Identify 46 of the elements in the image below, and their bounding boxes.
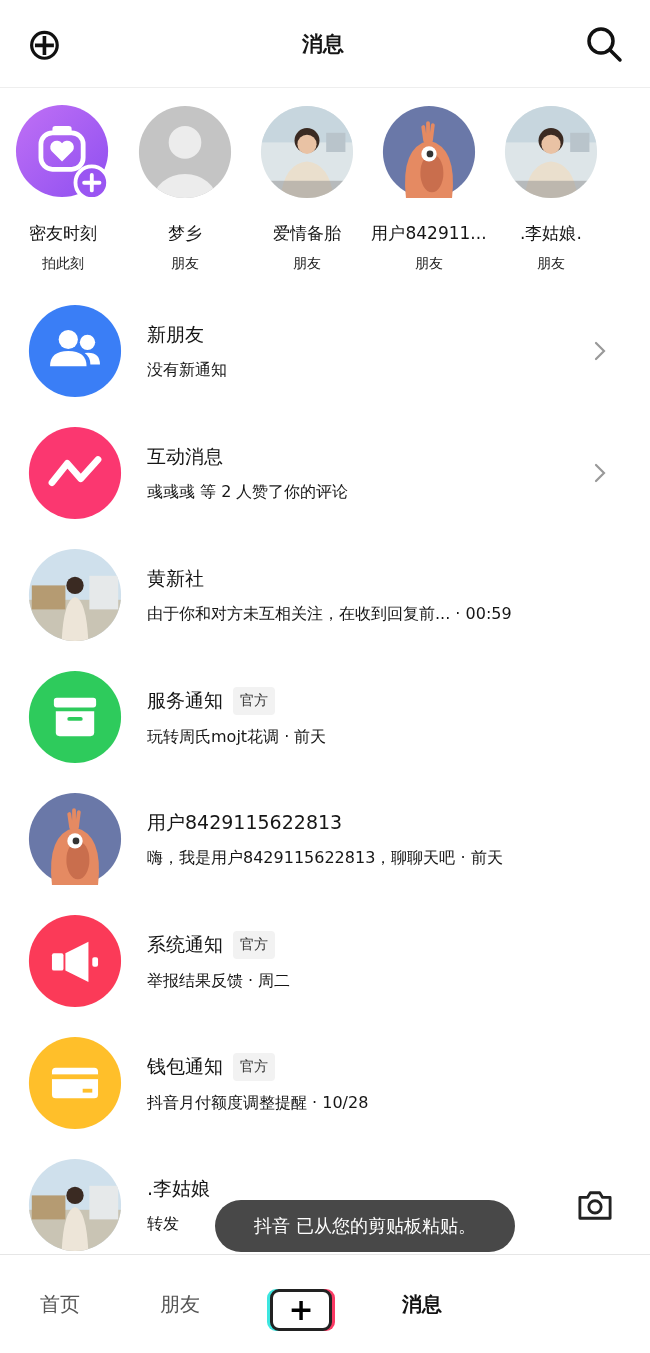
official-tag: 官方 <box>233 930 275 959</box>
chevron-icon[interactable] <box>594 463 606 483</box>
message-preview: 由于你和对方未互相关注，在收到回复前... · 00:59 <box>147 603 512 625</box>
megaphone-icon[interactable] <box>27 913 123 1009</box>
story-caption: 朋友 <box>171 255 199 273</box>
add-button[interactable]: ⊕ <box>26 21 63 66</box>
story-name: 梦乡 <box>168 222 202 245</box>
story-caption: 朋友 <box>293 255 321 273</box>
chevron-icon[interactable] <box>594 341 606 361</box>
story-caption: 拍此刻 <box>42 255 84 273</box>
conversation-name[interactable]: 系统通知 <box>147 931 223 958</box>
conversation-name[interactable]: 互动消息 <box>147 443 223 470</box>
story-name: 爱情备胎 <box>273 222 341 245</box>
create-button[interactable]: + <box>270 1289 332 1331</box>
message-preview: 玩转周氏mojt花调 · 前天 <box>147 726 327 748</box>
conversation-name[interactable]: 服务通知 <box>147 687 223 714</box>
toast: 抖音 已从您的剪贴板粘贴。 <box>215 1200 515 1252</box>
creature-avatar[interactable] <box>27 791 123 887</box>
message-preview: 举报结果反馈 · 周二 <box>147 970 291 992</box>
message-preview: 转发 <box>147 1213 179 1235</box>
conversation-name[interactable]: .李姑娘 <box>147 1175 211 1202</box>
creature-avatar[interactable] <box>381 104 477 200</box>
tab[interactable]: 消息 <box>402 1290 442 1318</box>
story-caption: 朋友 <box>537 255 565 273</box>
camera-icon[interactable] <box>576 1188 614 1222</box>
zigzag-icon[interactable] <box>27 425 123 521</box>
conversation-name[interactable]: 新朋友 <box>147 321 204 348</box>
official-tag: 官方 <box>233 686 275 715</box>
message-preview: 抖音月付额度调整提醒 · 10/28 <box>147 1092 369 1114</box>
page-title: 消息 <box>302 30 345 58</box>
conversation-name[interactable]: 钱包通知 <box>147 1053 223 1080</box>
moments-avatar[interactable] <box>15 104 111 200</box>
conversation-name[interactable]: 黄新社 <box>147 565 204 592</box>
story-name: .李姑娘. <box>520 222 582 245</box>
message-preview: 没有新通知 <box>147 359 227 381</box>
message-preview: 嗨，我是用户8429115622813，聊聊天吧 · 前天 <box>147 847 503 869</box>
tab[interactable]: 朋友 <box>160 1290 200 1318</box>
people-icon[interactable] <box>27 303 123 399</box>
story-caption: 朋友 <box>415 255 443 273</box>
official-tag: 官方 <box>233 1052 275 1081</box>
conversation-name[interactable]: 用户8429115622813 <box>147 809 343 836</box>
tray-icon[interactable] <box>27 669 123 765</box>
story-name: 用户842911... <box>371 222 487 245</box>
story-name: 密友时刻 <box>29 222 97 245</box>
tab[interactable]: 首页 <box>40 1290 80 1318</box>
message-preview: 彧彧彧 等 2 人赞了你的评论 <box>147 481 349 503</box>
